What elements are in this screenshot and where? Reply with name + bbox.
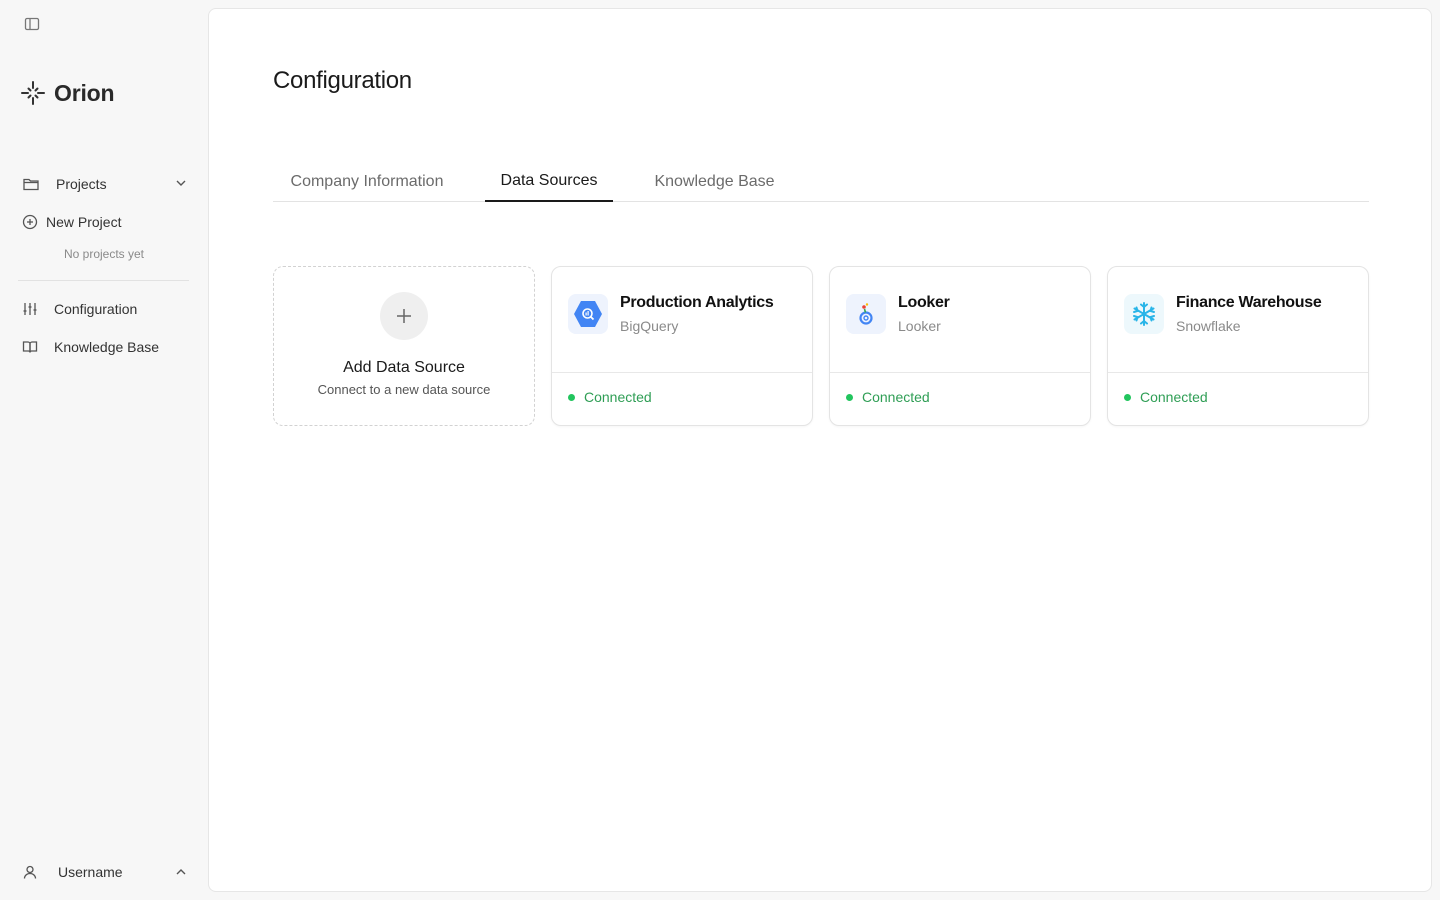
sidebar: Orion Projects New Project No projects y…	[0, 0, 208, 900]
folder-icon	[23, 178, 39, 191]
data-source-card[interactable]: Looker Looker Connected	[829, 266, 1091, 426]
data-source-card[interactable]: Finance Warehouse Snowflake Connected	[1107, 266, 1369, 426]
sparkle-logo-icon	[21, 81, 45, 105]
app-logo: Orion	[20, 78, 115, 108]
sidebar-item-label: Configuration	[54, 301, 138, 317]
status-label: Connected	[1140, 389, 1208, 405]
page-title: Configuration	[273, 67, 412, 94]
card-header: Finance Warehouse Snowflake	[1108, 267, 1368, 373]
status-dot	[846, 393, 853, 401]
main-panel: Configuration Company Information Data S…	[208, 8, 1432, 892]
user-icon	[23, 865, 37, 879]
username-label: Username	[58, 864, 123, 880]
status-label: Connected	[584, 389, 652, 405]
status-badge: Connected	[846, 389, 930, 405]
sliders-icon	[23, 303, 37, 315]
data-source-name: Production Analytics	[620, 294, 774, 311]
data-source-card[interactable]: Production Analytics BigQuery Connected	[551, 266, 813, 426]
status-dot	[1124, 393, 1131, 401]
sidebar-toggle-icon[interactable]	[22, 14, 42, 34]
data-source-name: Looker	[898, 294, 950, 311]
sidebar-item-label: Projects	[56, 176, 107, 192]
status-badge: Connected	[568, 389, 652, 405]
looker-icon	[846, 294, 886, 334]
add-data-source-title: Add Data Source	[343, 359, 465, 376]
snowflake-icon	[1124, 294, 1164, 334]
sidebar-item-configuration[interactable]: Configuration	[14, 294, 194, 324]
plus-circle-icon	[22, 214, 38, 230]
status-label: Connected	[862, 389, 930, 405]
book-icon	[22, 341, 38, 353]
sidebar-item-label: Knowledge Base	[54, 339, 160, 355]
data-source-type: Looker	[898, 318, 941, 334]
data-source-name: Finance Warehouse	[1176, 294, 1322, 311]
new-project-button[interactable]: New Project	[14, 207, 194, 237]
sidebar-item-knowledge-base[interactable]: Knowledge Base	[14, 332, 194, 362]
empty-projects-note: No projects yet	[63, 247, 145, 261]
sidebar-divider	[18, 280, 189, 281]
data-source-type: BigQuery	[620, 318, 679, 334]
tab-bar: Company Information Data Sources Knowled…	[273, 161, 1369, 202]
status-dot	[568, 393, 575, 401]
sidebar-item-projects[interactable]: Projects	[14, 169, 194, 199]
add-button[interactable]	[380, 292, 428, 340]
bigquery-icon	[568, 294, 608, 334]
app-name: Orion	[54, 79, 115, 106]
chevron-down-icon[interactable]	[174, 176, 188, 190]
tab-company-information[interactable]: Company Information	[273, 161, 461, 202]
add-data-source-card[interactable]: Add Data Source Connect to a new data so…	[273, 266, 535, 426]
tab-knowledge-base[interactable]: Knowledge Base	[637, 161, 792, 202]
chevron-up-icon[interactable]	[174, 865, 188, 879]
card-header: Looker Looker	[830, 267, 1090, 373]
add-data-source-subtitle: Connect to a new data source	[317, 382, 491, 397]
data-source-type: Snowflake	[1176, 318, 1241, 334]
tab-data-sources[interactable]: Data Sources	[485, 161, 613, 202]
plus-icon	[397, 309, 411, 323]
status-badge: Connected	[1124, 389, 1208, 405]
card-header: Production Analytics BigQuery	[552, 267, 812, 373]
new-project-label: New Project	[46, 214, 122, 230]
user-menu[interactable]: Username	[14, 857, 194, 887]
